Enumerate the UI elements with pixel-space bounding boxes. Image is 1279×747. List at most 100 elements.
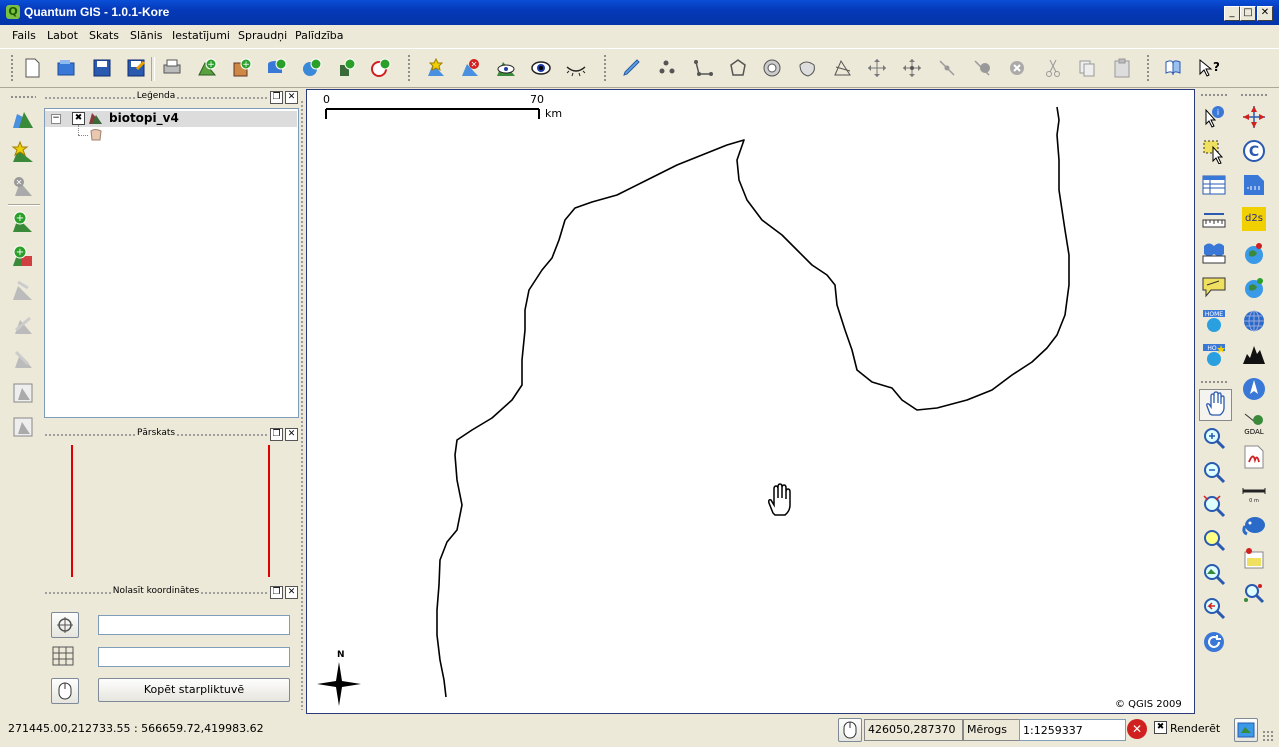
edit-layer-disabled-icon[interactable]: [10, 312, 36, 338]
layer-tool-disabled-icon[interactable]: [10, 346, 36, 372]
postgis-elephant-icon[interactable]: [1241, 512, 1267, 538]
print-icon[interactable]: [161, 57, 183, 79]
map-tips-icon[interactable]: [1201, 274, 1227, 300]
scale-input[interactable]: [1019, 719, 1126, 741]
toolbar-grip[interactable]: [1146, 54, 1150, 82]
coord-float-button[interactable]: ❐: [270, 586, 283, 599]
add-vector-layer-icon[interactable]: [10, 106, 36, 132]
legend-close-button[interactable]: ✕: [285, 91, 298, 104]
layer-name[interactable]: biotopi_v4: [109, 111, 179, 125]
show-bookmarks-icon[interactable]: HO: [1201, 342, 1227, 368]
toggle-editing-icon[interactable]: [621, 57, 643, 79]
stop-render-icon[interactable]: ✕: [1127, 719, 1147, 739]
split-features-icon[interactable]: [832, 57, 854, 79]
layer-frame-icon[interactable]: [10, 380, 36, 406]
new-layer-star-icon[interactable]: [10, 140, 36, 166]
delete-vertex-icon[interactable]: [971, 57, 993, 79]
interpolation-icon[interactable]: [1241, 342, 1267, 368]
search-plugins-icon[interactable]: [1241, 580, 1267, 606]
measure-line-icon[interactable]: [1201, 206, 1227, 232]
add-wfs-layer-icon[interactable]: [369, 57, 391, 79]
remove-layer-icon[interactable]: ✕: [460, 57, 482, 79]
zoom-out-icon[interactable]: [1201, 459, 1227, 485]
paste-features-icon[interactable]: [1111, 57, 1133, 79]
add-island-icon[interactable]: [796, 57, 818, 79]
capture-line-icon[interactable]: [692, 57, 714, 79]
zoom-to-layer-icon[interactable]: [1201, 561, 1227, 587]
mouse-track-button[interactable]: [51, 678, 79, 704]
menu-slanis[interactable]: Slānis: [130, 29, 163, 42]
pan-hand-icon[interactable]: [1202, 391, 1228, 417]
add-spatialite-layer-icon[interactable]: [335, 57, 357, 79]
wfs-plugin-icon[interactable]: [1241, 274, 1267, 300]
new-project-icon[interactable]: [21, 57, 43, 79]
delete-selected-icon[interactable]: [1006, 57, 1028, 79]
overview-map[interactable]: [44, 442, 298, 577]
plugin-toolbar-grip[interactable]: [1240, 93, 1268, 97]
add-vector-layer-icon[interactable]: +: [196, 57, 218, 79]
add-vector-layer-plus-icon[interactable]: +: [10, 210, 36, 236]
gdal-tools-icon[interactable]: GDAL: [1241, 410, 1267, 436]
overview-close-button[interactable]: ✕: [285, 428, 298, 441]
menu-palidziba[interactable]: Palīdzība: [295, 29, 344, 42]
add-raster-layer-icon[interactable]: +: [231, 57, 253, 79]
menu-skats[interactable]: Skats: [89, 29, 119, 42]
capture-polygon-icon[interactable]: [727, 57, 749, 79]
add-postgis-layer-icon[interactable]: [265, 57, 287, 79]
render-checkbox[interactable]: ✖: [1154, 721, 1167, 734]
add-raster-layer-plus-icon[interactable]: +: [10, 244, 36, 270]
left-toolbar-grip[interactable]: [10, 95, 36, 99]
add-layer-disabled-icon[interactable]: [10, 278, 36, 304]
copy-features-icon[interactable]: [1076, 57, 1098, 79]
delimited-text-icon[interactable]: [1241, 172, 1267, 198]
move-feature-icon[interactable]: [866, 57, 888, 79]
zoom-in-icon[interactable]: [1201, 425, 1227, 451]
layer-frame-2-icon[interactable]: [10, 414, 36, 440]
zoom-to-selection-icon[interactable]: [1201, 527, 1227, 553]
georeferencer-icon[interactable]: [1241, 104, 1267, 130]
close-button[interactable]: ✕: [1257, 6, 1273, 21]
pdf-export-icon[interactable]: [1241, 444, 1267, 470]
panel-map-splitter[interactable]: [300, 100, 304, 710]
toggle-extents-button[interactable]: [838, 718, 862, 742]
menu-iestatijumi[interactable]: Iestatījumi: [172, 29, 230, 42]
help-contents-icon[interactable]: [1162, 57, 1184, 79]
open-project-icon[interactable]: [55, 57, 77, 79]
zoom-last-icon[interactable]: [1201, 595, 1227, 621]
add-vertex-icon[interactable]: [936, 57, 958, 79]
add-ring-icon[interactable]: [761, 57, 783, 79]
identify-features-icon[interactable]: i: [1201, 104, 1227, 130]
overview-float-button[interactable]: ❐: [270, 428, 283, 441]
move-vertex-icon[interactable]: [901, 57, 923, 79]
select-features-icon[interactable]: [1201, 138, 1227, 164]
save-project-icon[interactable]: [91, 57, 113, 79]
legend-float-button[interactable]: ❐: [270, 91, 283, 104]
map-canvas[interactable]: 0 70 km N © QGIS 2009: [306, 89, 1195, 714]
grid-maker-globe-icon[interactable]: [1241, 308, 1267, 334]
add-wms-layer-icon[interactable]: [300, 57, 322, 79]
hide-layer-eye-icon[interactable]: [565, 57, 587, 79]
copyright-label-icon[interactable]: C: [1241, 138, 1267, 164]
maximize-button[interactable]: □: [1240, 6, 1256, 21]
python-console-icon[interactable]: [1241, 546, 1267, 572]
scale-bar-plugin-icon[interactable]: 0 m: [1241, 478, 1267, 504]
capture-point-icon[interactable]: [656, 57, 678, 79]
remove-layer-icon[interactable]: ✕: [10, 174, 36, 200]
coordinate-field-1[interactable]: [98, 615, 290, 635]
coord-close-button[interactable]: ✕: [285, 586, 298, 599]
panel-splitter[interactable]: [44, 579, 268, 583]
minimize-button[interactable]: _: [1224, 6, 1240, 21]
menu-fails[interactable]: Fails: [12, 29, 36, 42]
projection-status-button[interactable]: [1234, 718, 1258, 742]
show-all-layers-icon[interactable]: [495, 57, 517, 79]
zoom-full-icon[interactable]: [1201, 493, 1227, 519]
resize-grip[interactable]: [1262, 730, 1274, 742]
dxf2shp-icon[interactable]: d2s: [1241, 206, 1267, 232]
measure-area-icon[interactable]: [1201, 240, 1227, 266]
save-as-icon[interactable]: [125, 57, 147, 79]
coordinate-field-2[interactable]: [98, 647, 290, 667]
attribute-table-icon[interactable]: [1201, 172, 1227, 198]
toolbar-grip[interactable]: [603, 54, 607, 82]
menu-labot[interactable]: Labot: [47, 29, 78, 42]
whats-this-icon[interactable]: ?: [1197, 57, 1219, 79]
